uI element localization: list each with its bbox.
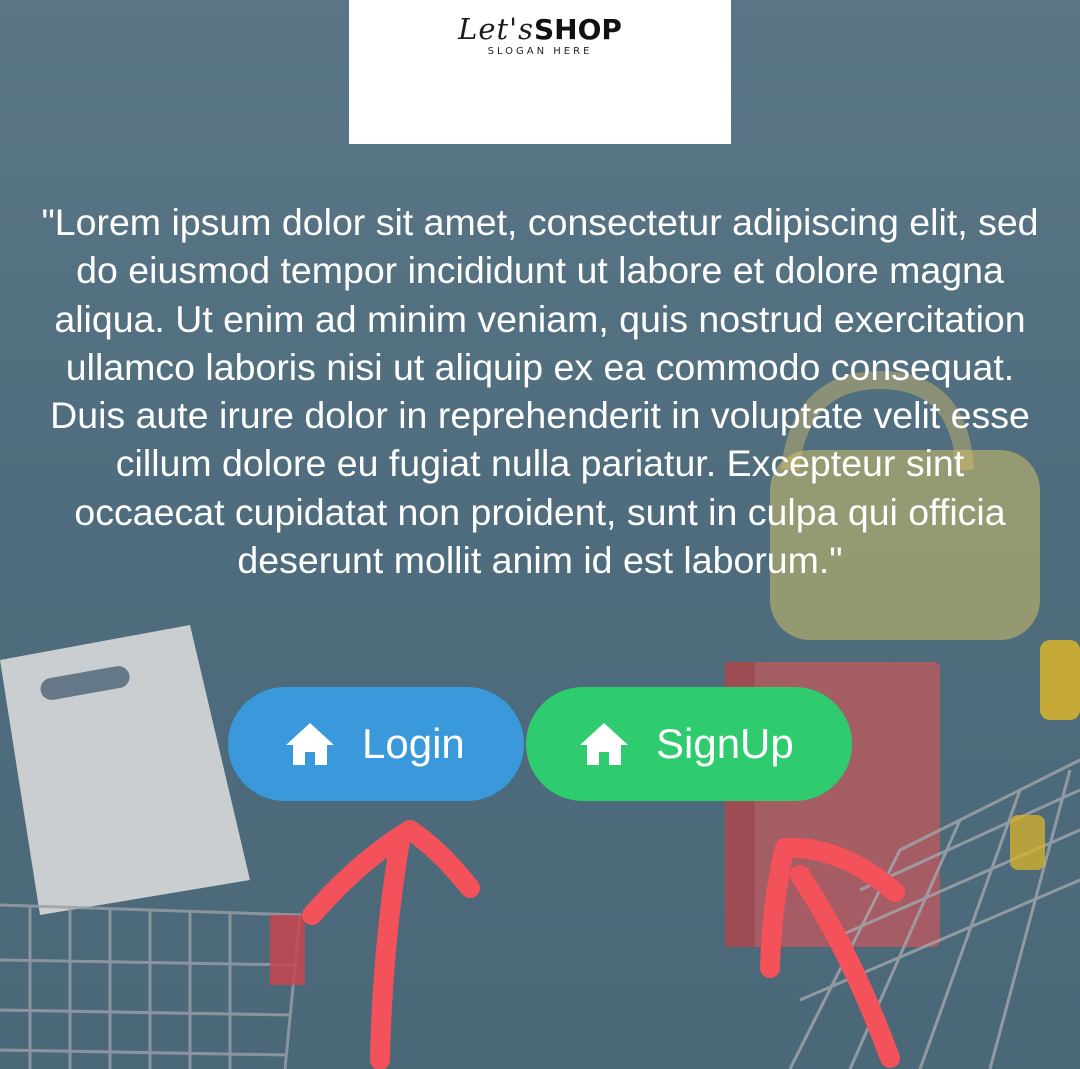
home-icon [580,723,628,765]
signup-button[interactable]: SignUp [526,687,852,801]
login-button[interactable]: Login [228,687,524,801]
logo-brand-prefix: Let's [458,12,534,46]
intro-text: "Lorem ipsum dolor sit amet, consectetur… [41,201,1039,582]
logo-slogan: SLOGAN HERE [487,46,593,57]
home-icon [286,723,334,765]
logo-brand-name: SHOP [534,13,622,46]
logo-box: Let's SHOP SLOGAN HERE [349,0,731,144]
logo-wordmark: Let's SHOP [458,12,622,46]
login-button-label: Login [362,720,465,767]
signup-button-label: SignUp [656,720,794,767]
